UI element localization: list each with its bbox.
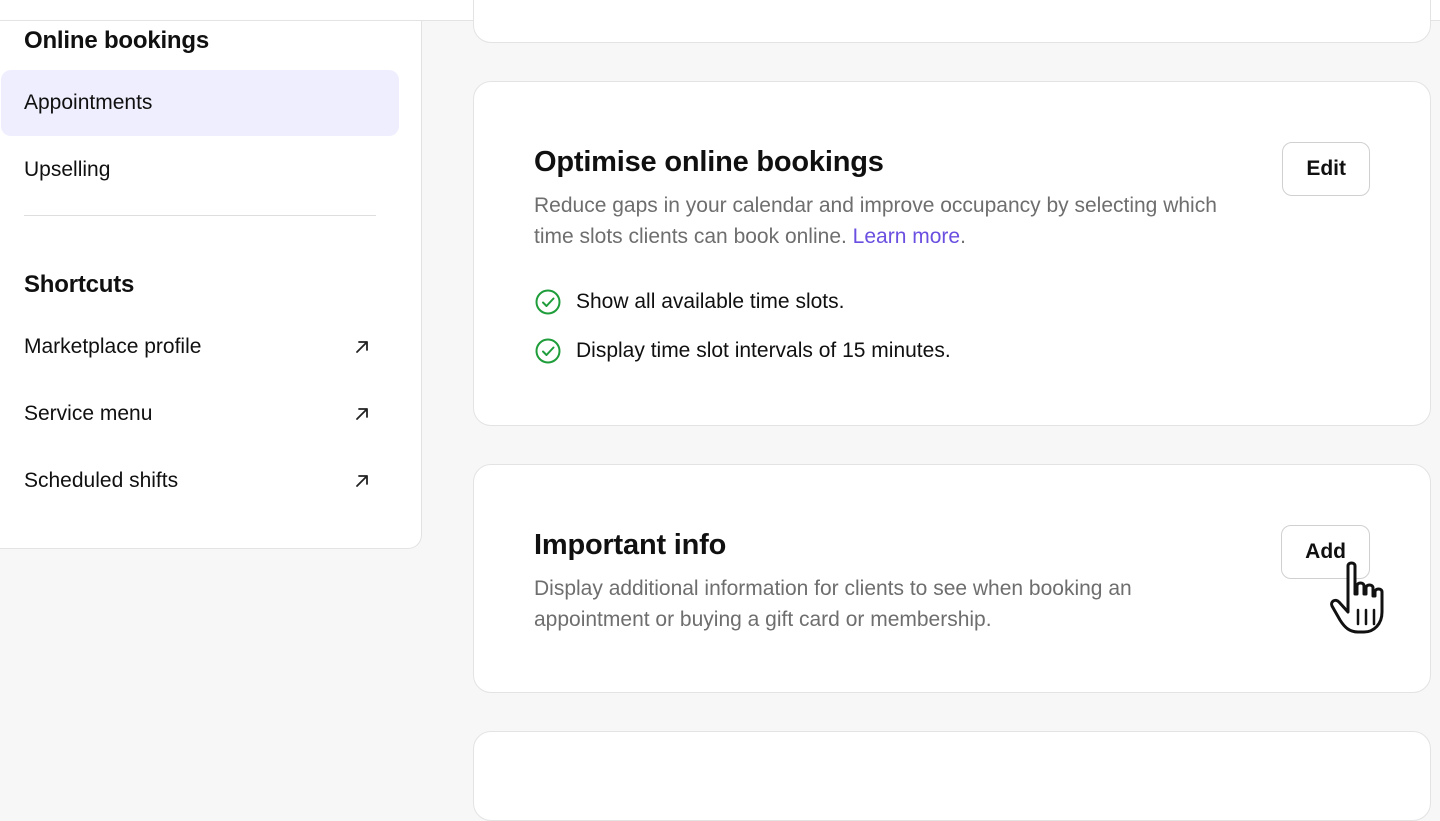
sidebar-divider	[24, 215, 376, 216]
sidebar-item-upselling[interactable]: Upselling	[1, 137, 399, 203]
check-item-label: Show all available time slots.	[576, 290, 845, 313]
next-settings-card	[473, 731, 1431, 821]
check-item: Display time slot intervals of 15 minute…	[534, 337, 951, 365]
online-bookings-heading: Online bookings	[24, 27, 210, 54]
shortcut-service-menu[interactable]: Service menu	[1, 381, 399, 447]
optimise-online-bookings-card: Optimise online bookings Reduce gaps in …	[473, 81, 1431, 426]
check-item-label: Display time slot intervals of 15 minute…	[576, 339, 951, 362]
previous-settings-card	[473, 0, 1431, 43]
card-title: Optimise online bookings	[534, 146, 884, 178]
sidebar-item-label: Appointments	[24, 91, 153, 114]
card-description: Display additional information for clien…	[534, 577, 1132, 631]
check-circle-icon	[535, 338, 561, 364]
check-item: Show all available time slots.	[534, 288, 844, 316]
sidebar-item-label: Upselling	[24, 158, 111, 181]
shortcut-label: Marketplace profile	[24, 335, 202, 358]
external-link-arrow-icon	[356, 475, 368, 487]
description-period: .	[960, 225, 966, 248]
external-link-arrow-icon	[356, 341, 368, 353]
external-link-arrow-icon	[356, 408, 368, 420]
settings-sidebar: Online bookings Appointments Upselling S…	[0, 21, 422, 549]
learn-more-link[interactable]: Learn more	[853, 225, 960, 248]
shortcut-label: Service menu	[24, 402, 153, 425]
sidebar-item-appointments[interactable]: Appointments	[1, 70, 399, 136]
card-description: Reduce gaps in your calendar and improve…	[534, 190, 1234, 252]
card-title: Important info	[534, 529, 727, 561]
check-circle-icon	[535, 289, 561, 315]
shortcuts-heading: Shortcuts	[24, 271, 135, 298]
add-button[interactable]: Add	[1281, 525, 1370, 579]
important-info-card: Important info Display additional inform…	[473, 464, 1431, 693]
shortcut-scheduled-shifts[interactable]: Scheduled shifts	[1, 448, 399, 514]
shortcut-marketplace-profile[interactable]: Marketplace profile	[1, 314, 399, 380]
edit-button[interactable]: Edit	[1282, 142, 1370, 196]
shortcut-label: Scheduled shifts	[24, 469, 179, 492]
